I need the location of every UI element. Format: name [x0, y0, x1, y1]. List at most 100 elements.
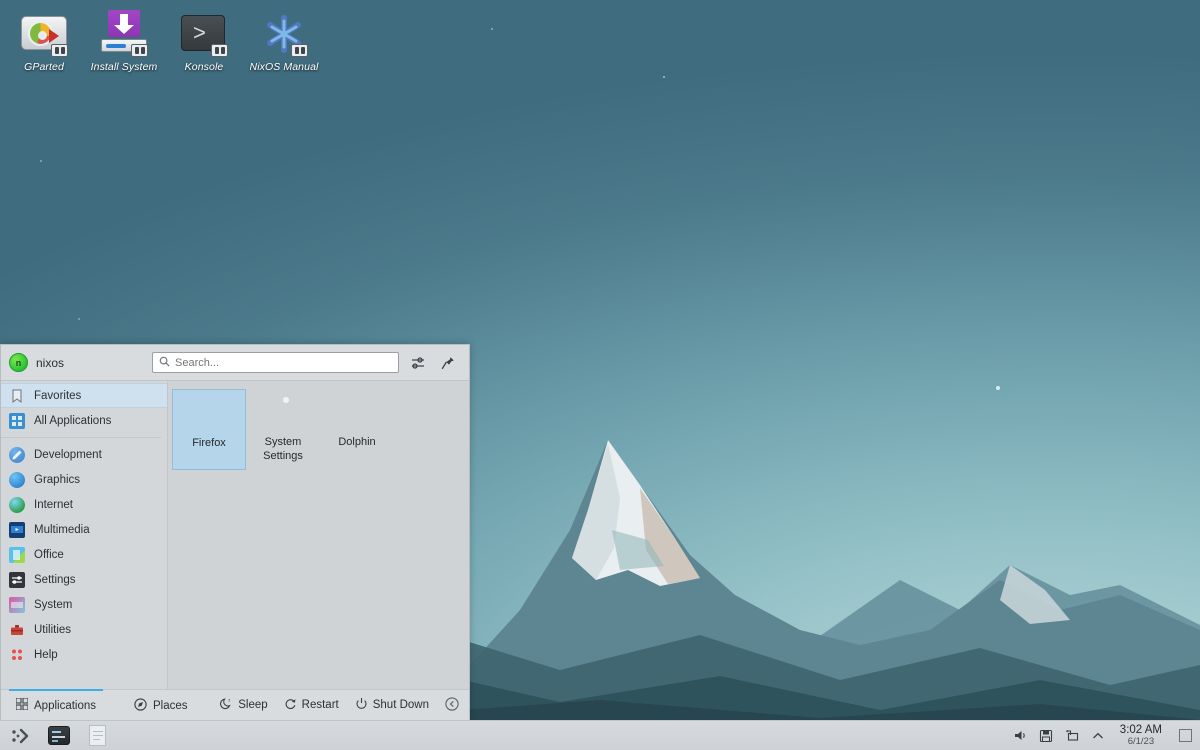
kickoff-launcher-icon[interactable]	[4, 722, 38, 750]
launcher-footer: Applications Places z Sleep Restart Shut…	[1, 688, 469, 721]
system-icon	[9, 596, 25, 613]
launcher-header: n nixos	[1, 345, 469, 381]
tab-applications[interactable]: Applications	[7, 688, 105, 721]
star	[663, 76, 665, 78]
desktop-icon-install-system[interactable]: Install System	[84, 4, 164, 77]
sidebar-item-label: All Applications	[34, 414, 112, 427]
sidebar-item-label: Settings	[34, 573, 76, 586]
clock-widget[interactable]: 3:02 AM 6/1/23	[1116, 724, 1166, 746]
tab-label: Applications	[34, 699, 97, 712]
sidebar-item-system[interactable]: System	[1, 592, 167, 617]
sidebar-item-label: System	[34, 598, 73, 611]
desktop-icon-label: Konsole	[184, 61, 224, 73]
restart-icon	[284, 697, 297, 713]
avatar-letter: n	[15, 357, 22, 368]
sidebar-item-office[interactable]: Office	[1, 542, 167, 567]
sleep-button[interactable]: z Sleep	[214, 693, 273, 717]
launcher-sidebar: Favorites All Applications Development G…	[1, 381, 168, 689]
desktop-icon-konsole[interactable]: Konsole	[164, 4, 244, 77]
search-box[interactable]	[152, 352, 399, 373]
user-name-label: nixos	[36, 355, 65, 370]
app-tile-firefox[interactable]: Firefox	[172, 389, 246, 470]
sidebar-divider	[1, 437, 161, 438]
desktop-icon-gparted[interactable]: GParted	[4, 4, 84, 77]
launcher-app-grid: Firefox System Settings Dolphin	[168, 381, 469, 689]
internet-icon	[9, 496, 25, 513]
tab-places[interactable]: Places	[125, 690, 197, 721]
restart-label: Restart	[301, 699, 339, 711]
dolphin-icon	[341, 397, 374, 430]
chevron-left-circle-icon	[445, 696, 459, 714]
restart-button[interactable]: Restart	[278, 693, 345, 717]
sidebar-item-label: Office	[34, 548, 64, 561]
development-icon	[9, 446, 25, 463]
save-disk-icon[interactable]	[1038, 727, 1055, 744]
app-tile-system-settings[interactable]: System Settings	[246, 389, 320, 470]
app-tile-label: System Settings	[263, 436, 303, 462]
taskbar-document[interactable]	[80, 722, 114, 750]
clock-date: 6/1/23	[1127, 735, 1155, 747]
configure-icon[interactable]	[407, 352, 429, 374]
show-desktop-icon[interactable]	[1179, 729, 1192, 742]
settings-icon	[9, 571, 25, 588]
graphics-icon	[9, 471, 25, 488]
search-icon	[159, 356, 170, 370]
sidebar-item-label: Multimedia	[34, 523, 90, 536]
shutdown-label: Shut Down	[372, 699, 429, 711]
app-tile-dolphin[interactable]: Dolphin	[320, 389, 394, 470]
sidebar-item-all-applications[interactable]: All Applications	[1, 408, 167, 433]
sidebar-item-utilities[interactable]: Utilities	[1, 617, 167, 642]
utilities-icon	[9, 622, 25, 638]
sidebar-item-favorites[interactable]: Favorites	[1, 383, 167, 408]
star	[78, 318, 80, 320]
app-tile-label: Firefox	[192, 437, 226, 449]
sidebar-item-settings[interactable]: Settings	[1, 567, 167, 592]
taskbar-firefox[interactable]	[156, 722, 190, 750]
desktop-icon-area: GParted Install System Konsole	[4, 4, 324, 77]
multimedia-icon	[9, 521, 25, 538]
taskbar-dolphin[interactable]	[118, 722, 152, 750]
chevron-up-icon[interactable]	[1090, 727, 1107, 744]
system-settings-icon	[267, 397, 300, 430]
power-icon	[355, 697, 368, 713]
sidebar-item-graphics[interactable]: Graphics	[1, 467, 167, 492]
office-icon	[9, 546, 25, 563]
sidebar-item-label: Graphics	[34, 473, 81, 486]
applications-grid-icon	[15, 697, 29, 713]
network-icon[interactable]	[1064, 727, 1081, 744]
places-compass-icon	[134, 697, 147, 714]
shortcut-emblem-icon	[211, 44, 228, 57]
sidebar-item-label: Internet	[34, 498, 73, 511]
leave-button[interactable]	[439, 693, 459, 718]
desktop-icon-label: NixOS Manual	[249, 61, 319, 73]
clock-time: 3:02 AM	[1119, 724, 1162, 737]
sidebar-item-internet[interactable]: Internet	[1, 492, 167, 517]
svg-text:z: z	[228, 697, 230, 702]
star	[491, 28, 493, 30]
sidebar-item-label: Favorites	[34, 389, 82, 402]
volume-icon[interactable]	[1012, 727, 1029, 744]
shutdown-button[interactable]: Shut Down	[349, 693, 435, 717]
sidebar-item-multimedia[interactable]: Multimedia	[1, 517, 167, 542]
desktop-icon-label: Install System	[90, 61, 158, 73]
sidebar-item-development[interactable]: Development	[1, 442, 167, 467]
app-tile-label: Dolphin	[338, 436, 376, 448]
install-system-icon	[101, 10, 148, 57]
shortcut-emblem-icon	[131, 44, 148, 57]
pin-icon[interactable]	[437, 352, 459, 374]
search-input[interactable]	[175, 356, 392, 369]
firefox-icon	[193, 398, 226, 431]
system-tray: 3:02 AM 6/1/23	[1012, 724, 1200, 746]
sidebar-item-label: Development	[34, 448, 102, 461]
gparted-icon	[21, 10, 68, 57]
taskbar-panel: 3:02 AM 6/1/23	[0, 720, 1200, 750]
sleep-label: Sleep	[238, 699, 268, 711]
avatar[interactable]: n	[9, 353, 28, 372]
help-icon	[9, 647, 25, 663]
sidebar-item-help[interactable]: Help	[1, 642, 167, 667]
star	[40, 160, 42, 162]
sleep-moon-icon: z	[220, 697, 233, 713]
shortcut-emblem-icon	[291, 44, 308, 57]
taskbar-konsole[interactable]	[42, 722, 76, 750]
desktop-icon-nixos-manual[interactable]: NixOS Manual	[244, 4, 324, 77]
